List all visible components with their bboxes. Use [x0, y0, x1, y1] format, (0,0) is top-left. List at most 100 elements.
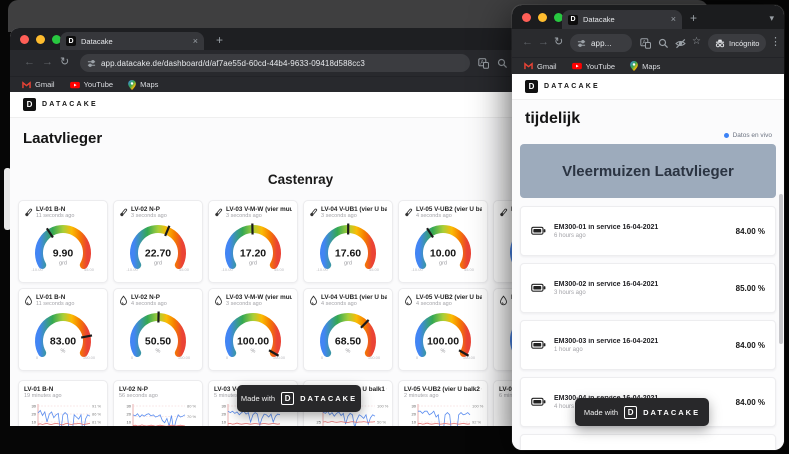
- close-window-button[interactable]: [522, 12, 531, 22]
- svg-text:10: 10: [412, 419, 417, 424]
- gauge-min-label: 0: [416, 355, 419, 360]
- window-controls: [522, 5, 563, 29]
- thermometer-icon: [215, 208, 223, 217]
- made-with-datacake-badge[interactable]: Made with D DATACAKE: [237, 385, 361, 412]
- gauge-unit: grd: [344, 261, 352, 267]
- bookmark-youtube[interactable]: YouTube: [571, 62, 615, 71]
- card-title: LV-04 V-UB1 (vier U balk1 O-N): [321, 294, 387, 301]
- minimize-window-button[interactable]: [36, 34, 45, 44]
- browser-tab[interactable]: D Datacake ×: [562, 10, 682, 29]
- device-list-item[interactable]: EM300-05 in service 16-04-2021 4 hours a…: [520, 434, 776, 450]
- card-timestamp: 4 seconds ago: [416, 213, 452, 219]
- device-list-item[interactable]: EM300-02 in service 16-04-2021 3 hours a…: [520, 263, 776, 313]
- new-tab-button[interactable]: +: [216, 33, 223, 47]
- datacake-logo[interactable]: D: [23, 98, 36, 111]
- incognito-icon: [715, 39, 725, 47]
- gauge-value: 22.70: [145, 248, 171, 260]
- site-settings-icon[interactable]: [87, 59, 96, 68]
- card-title: LV-05 V-UB2 (vier U balk2 O-Z): [404, 386, 482, 393]
- device-list-item[interactable]: EM300-03 in service 16-04-2021 1 hour ag…: [520, 320, 776, 370]
- gauge-value: 17.60: [335, 248, 361, 260]
- gauge-max-label: 100.00: [463, 355, 476, 360]
- bookmark-maps[interactable]: Maps: [128, 79, 158, 90]
- gauge-max-label: 100.00: [178, 355, 191, 360]
- card-title: LV-03 V-M-W (vier muurwest): [226, 294, 292, 301]
- tab-search-chevron-icon[interactable]: ▾: [769, 13, 774, 24]
- gauge-unit: grd: [59, 261, 67, 267]
- humidity-icon: [500, 295, 507, 306]
- gauge-min-label: 0: [226, 355, 229, 360]
- timeseries-chart: 100 %92 %84 %3020100-1030/10/20249/11/20…: [412, 403, 484, 426]
- zoom-icon[interactable]: [658, 38, 669, 49]
- device-value: 84.00 %: [735, 397, 765, 407]
- gauge-min-label: -10.00: [316, 267, 328, 272]
- gauge-card: LV-02 N-P 4 seconds ago 50.50 % 0 100.00: [113, 288, 203, 371]
- address-bar[interactable]: app...: [570, 34, 632, 52]
- section-title: Castenray: [267, 172, 334, 187]
- svg-text:10: 10: [222, 419, 227, 424]
- translate-icon[interactable]: A: [640, 38, 651, 49]
- scrollbar[interactable]: [779, 194, 783, 344]
- device-timestamp: 1 hour ago: [554, 346, 583, 353]
- made-with-datacake-badge[interactable]: Made with D DATACAKE: [575, 398, 709, 426]
- menu-icon[interactable]: ⋮: [770, 37, 781, 48]
- svg-text:10: 10: [32, 419, 37, 424]
- gauge-value: 17.20: [240, 248, 266, 260]
- maps-icon: [128, 79, 136, 90]
- reload-icon[interactable]: ↻: [60, 57, 69, 68]
- svg-text:50 %: 50 %: [377, 419, 387, 424]
- gauge: 9.90 grd -10.00 45.00: [31, 225, 95, 272]
- humidity-icon: [120, 295, 127, 306]
- close-tab-icon[interactable]: ×: [193, 36, 198, 46]
- page-title: Laatvlieger: [23, 130, 103, 147]
- back-icon[interactable]: ←: [522, 37, 533, 48]
- minimize-window-button[interactable]: [538, 12, 547, 22]
- youtube-icon: [571, 62, 582, 70]
- bookmark-youtube[interactable]: YouTube: [69, 80, 113, 89]
- dashboard-banner[interactable]: Vleermuizen Laatvlieger: [520, 144, 776, 198]
- eye-off-icon[interactable]: [675, 38, 686, 49]
- svg-text:20: 20: [222, 411, 227, 416]
- datacake-favicon: D: [66, 36, 76, 46]
- bookmark-gmail[interactable]: Gmail: [524, 62, 557, 71]
- battery-icon: [531, 283, 546, 292]
- gauge-card: LV-03 V-M-W (vier muurwest) 3 seconds ag…: [208, 288, 298, 371]
- back-icon[interactable]: ←: [24, 57, 35, 68]
- browser-tab[interactable]: D Datacake ×: [60, 32, 204, 50]
- card-title: LV-01 B-N: [24, 386, 54, 393]
- gauge-unit: %: [61, 349, 66, 355]
- thermometer-icon: [120, 208, 128, 217]
- bookmark-star-icon[interactable]: ☆: [692, 37, 701, 47]
- gauge-max-label: 45.00: [179, 267, 190, 272]
- site-settings-icon[interactable]: [577, 39, 586, 48]
- tab-strip: D Datacake × + ▾: [512, 5, 784, 29]
- gauge-value: 100.00: [427, 336, 459, 348]
- close-window-button[interactable]: [20, 34, 29, 44]
- bookmark-gmail[interactable]: Gmail: [22, 80, 55, 89]
- thermometer-icon: [500, 208, 508, 217]
- tab-title: Datacake: [81, 36, 113, 46]
- translate-icon[interactable]: A: [478, 58, 489, 69]
- datacake-badge-logo: D: [624, 405, 638, 419]
- datacake-logo[interactable]: D: [525, 80, 538, 93]
- address-bar[interactable]: app.datacake.de/dashboard/d/af7ae55d-60c…: [80, 54, 470, 72]
- close-tab-icon[interactable]: ×: [671, 15, 676, 24]
- new-tab-button[interactable]: +: [690, 11, 697, 25]
- bookmarks-bar: Gmail YouTube Maps: [512, 57, 784, 74]
- forward-icon[interactable]: →: [42, 57, 53, 68]
- card-title: LV-03 V-M-W (vier muurwest): [226, 206, 292, 213]
- gauge-card: LV-01 B-N 11 seconds ago 9.90 grd -10.00…: [18, 200, 108, 283]
- window-controls: [20, 28, 61, 50]
- gauge: 68.50 % 0 100.00: [320, 313, 381, 360]
- card-title: LV-01 B-N: [36, 206, 66, 213]
- reload-icon[interactable]: ↻: [554, 37, 563, 48]
- bookmark-maps[interactable]: Maps: [630, 61, 660, 71]
- forward-icon[interactable]: →: [538, 37, 549, 48]
- gauge-min-label: -10.00: [221, 267, 233, 272]
- url-text: app.datacake.de/dashboard/d/af7ae55d-60c…: [101, 58, 365, 68]
- humidity-icon: [310, 295, 317, 306]
- device-list-item[interactable]: EM300-01 in service 16-04-2021 6 hours a…: [520, 206, 776, 256]
- card-timestamp: 3 seconds ago: [131, 213, 167, 219]
- zoom-icon[interactable]: [497, 58, 508, 69]
- datacake-dashboard: D DATACAKE tijdelijk Datos en vivo Vleer…: [512, 74, 784, 450]
